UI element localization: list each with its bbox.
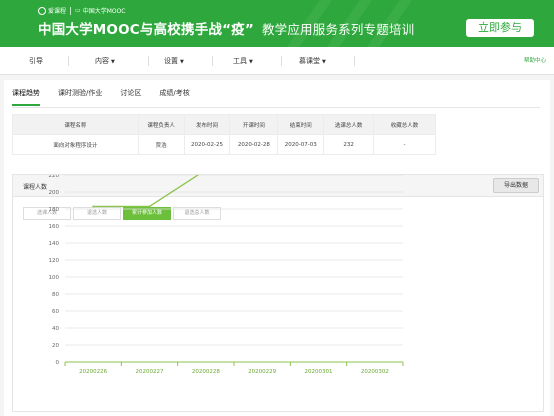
x-tick-label: 20200228 bbox=[192, 369, 220, 375]
y-tick-label: 60 bbox=[52, 309, 59, 315]
top-nav: 引导 内容 ▼ 设置 ▼ 工具 ▼ 慕课堂 ▼ 帮助中心 bbox=[0, 47, 554, 75]
course-info-table: 课程名称 课程负责人 发布时间 开课时间 结束时间 选课总人数 收藏总人数 面向… bbox=[12, 114, 436, 155]
y-tick-label: 80 bbox=[52, 292, 59, 298]
join-button[interactable]: 立即参与 bbox=[466, 19, 534, 37]
y-tick-label: 0 bbox=[56, 360, 60, 366]
x-tick-label: 20200226 bbox=[79, 369, 107, 375]
table-row: 面向对象程序设计 贾浩 2020-02-25 2020-02-28 2020-0… bbox=[12, 134, 436, 155]
banner-logos: 爱课程 ▭ 中国大学MOOC bbox=[38, 6, 126, 15]
promo-banner: 爱课程 ▭ 中国大学MOOC 中国大学MOOC与高校携手战“疫” 教学应用服务系列… bbox=[0, 0, 554, 47]
y-tick-label: 40 bbox=[52, 326, 59, 332]
tab-grades[interactable]: 成绩/考核 bbox=[159, 88, 189, 106]
y-tick-label: 140 bbox=[49, 241, 60, 247]
y-tick-label: 100 bbox=[49, 275, 60, 281]
icourse-logo-icon bbox=[38, 6, 46, 15]
tab-course-trend[interactable]: 课程趋势 bbox=[12, 88, 40, 106]
line-chart: 0204060801001201401601802002202402020022… bbox=[49, 175, 404, 375]
main-panel: 课程趋势 课时测验/作业 讨论区 成绩/考核 课程名称 课程负责人 发布时间 开… bbox=[4, 80, 550, 416]
y-tick-label: 20 bbox=[52, 343, 59, 349]
icourse-logo: 爱课程 bbox=[38, 6, 66, 15]
y-tick-label: 180 bbox=[49, 207, 60, 213]
data-point bbox=[148, 205, 151, 208]
x-tick-label: 20200301 bbox=[305, 369, 333, 375]
chevron-down-icon: ▼ bbox=[111, 59, 115, 65]
tab-discussion[interactable]: 讨论区 bbox=[120, 88, 141, 106]
help-center-link[interactable]: 帮助中心 bbox=[524, 56, 546, 64]
nav-item-content[interactable]: 内容 ▼ bbox=[95, 56, 115, 66]
y-tick-label: 160 bbox=[49, 224, 60, 230]
series-line bbox=[93, 175, 200, 208]
nav-item-settings[interactable]: 设置 ▼ bbox=[164, 56, 184, 66]
banner-subtitle: 教学应用服务系列专题培训 bbox=[261, 22, 415, 37]
table-header-row: 课程名称 课程负责人 发布时间 开课时间 结束时间 选课总人数 收藏总人数 bbox=[12, 114, 436, 135]
data-point bbox=[92, 205, 95, 208]
course-tabs: 课程趋势 课时测验/作业 讨论区 成绩/考核 bbox=[12, 88, 208, 106]
x-tick-label: 20200227 bbox=[136, 369, 164, 375]
chevron-down-icon: ▼ bbox=[322, 59, 326, 65]
nav-item-mooc-class[interactable]: 慕课堂 ▼ bbox=[299, 56, 326, 66]
y-tick-label: 120 bbox=[49, 258, 60, 264]
banner-title: 中国大学MOOC与高校携手战“疫” 教学应用服务系列专题培训 bbox=[38, 22, 415, 38]
tab-lessons-quiz[interactable]: 课时测验/作业 bbox=[58, 88, 102, 106]
x-tick-label: 20200229 bbox=[248, 369, 276, 375]
chevron-down-icon: ▼ bbox=[180, 59, 184, 65]
enrollment-card: 课程人数 导出数据 选课人数 退选人数 累计参加人数 退选总人数 0 20 40 60… bbox=[12, 174, 544, 412]
x-tick-label: 20200302 bbox=[361, 369, 389, 375]
nav-item-tools[interactable]: 工具 ▼ bbox=[233, 56, 253, 66]
mooc-logo: ▭ 中国大学MOOC bbox=[75, 7, 126, 15]
book-icon: ▭ bbox=[75, 7, 81, 14]
y-tick-label: 200 bbox=[49, 190, 60, 196]
y-tick-label: 220 bbox=[49, 175, 60, 179]
chevron-down-icon: ▼ bbox=[249, 59, 253, 65]
nav-item-guide[interactable]: 引导 bbox=[29, 56, 43, 66]
